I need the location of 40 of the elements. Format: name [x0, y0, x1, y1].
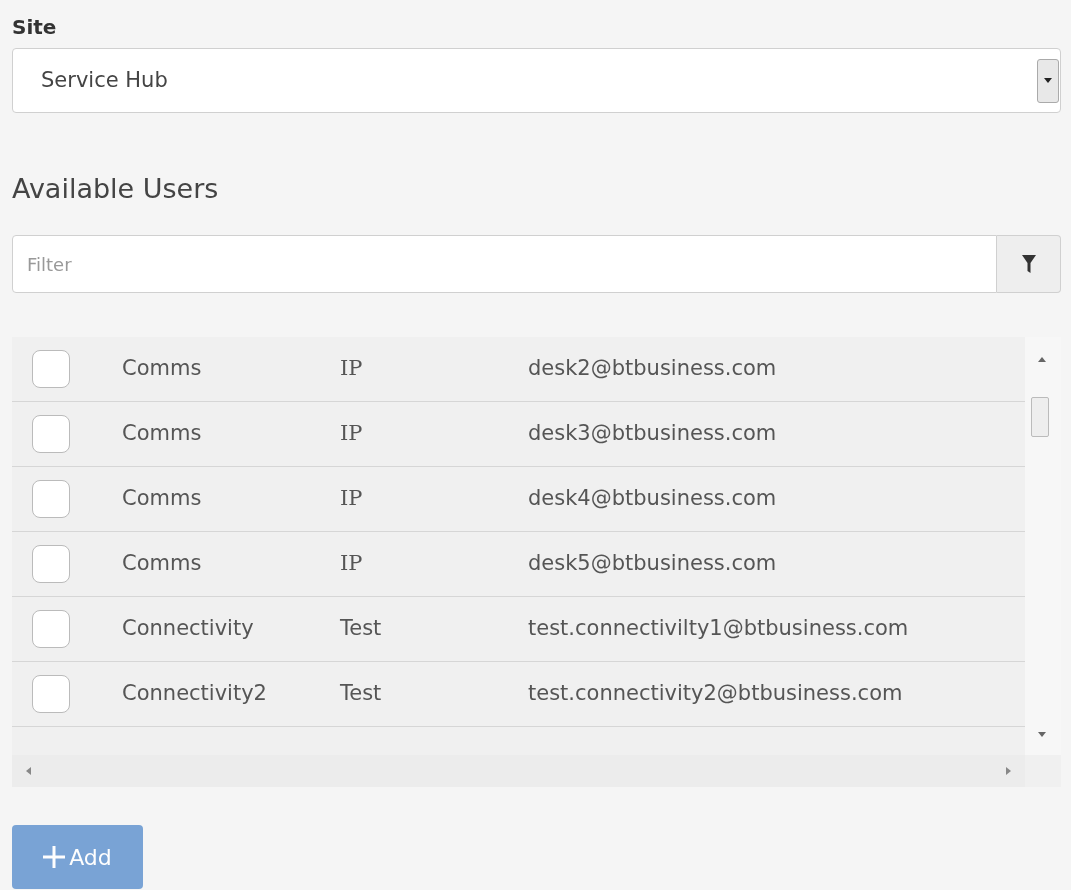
table-cell-text: Comms	[122, 355, 203, 383]
site-dropdown[interactable]: Service Hub	[12, 48, 1061, 113]
scroll-thumb[interactable]	[1031, 397, 1049, 437]
filter-button[interactable]	[997, 235, 1061, 293]
caret-icon	[1044, 78, 1052, 83]
table-cell-text: IP	[340, 550, 364, 578]
table-cell-text: Comms	[122, 420, 203, 448]
checkbox[interactable]	[32, 610, 70, 648]
table-cell-text: test.connectivilty1@btbusiness.com	[528, 615, 909, 643]
section-heading: Available Users	[12, 172, 220, 206]
table-cell-text: desk3@btbusiness.com	[528, 420, 777, 448]
table-cell-text: Test	[340, 615, 383, 643]
table-cell-text: IP	[340, 355, 364, 383]
checkbox[interactable]	[32, 675, 70, 713]
table-cell-text: Connectivity2	[122, 680, 268, 708]
table-cell-text: Test	[340, 680, 383, 708]
table-cell-text: IP	[340, 420, 364, 448]
plus-icon	[43, 846, 66, 868]
table-cell-text: IP	[340, 485, 364, 513]
field-label: Site	[12, 14, 58, 40]
scroll-left-icon	[26, 767, 31, 775]
checkbox[interactable]	[32, 480, 70, 518]
filter-icon	[1021, 255, 1036, 273]
checkbox[interactable]	[32, 350, 70, 388]
table-cell-text: Connectivity	[122, 615, 255, 643]
checkbox[interactable]	[32, 545, 70, 583]
horizontal-scrollbar[interactable]	[12, 755, 1025, 787]
dropdown-value: Service Hub	[41, 66, 168, 94]
table-cell-text: Comms	[122, 550, 203, 578]
checkbox[interactable]	[32, 415, 70, 453]
table-cell-text: desk5@btbusiness.com	[528, 550, 777, 578]
table-cell-text: desk2@btbusiness.com	[528, 355, 777, 383]
scroll-down-icon	[1038, 732, 1046, 737]
dropdown-toggle[interactable]	[1037, 58, 1059, 103]
table-cell-text: Comms	[122, 485, 203, 513]
filter-field[interactable]: Filter	[12, 235, 997, 293]
scroll-right-icon	[1006, 767, 1011, 775]
scroll-up-icon	[1038, 357, 1046, 362]
table-cell-text: desk4@btbusiness.com	[528, 485, 777, 513]
table-cell-text: test.connectivity2@btbusiness.com	[528, 680, 903, 708]
